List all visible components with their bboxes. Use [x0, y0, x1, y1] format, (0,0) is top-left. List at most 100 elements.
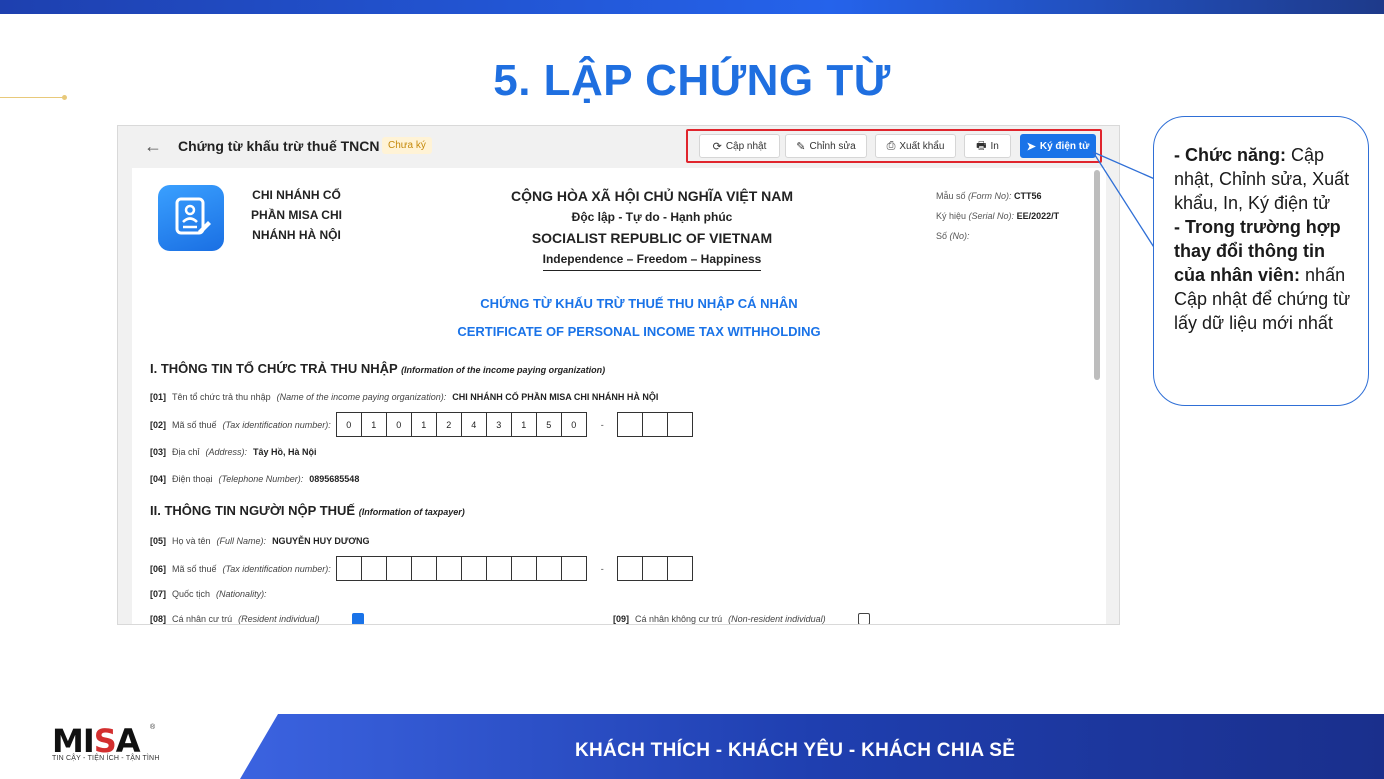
serial-label: Ký hiệu [936, 211, 967, 221]
field-08: [08] Cá nhân cư trú (Resident individual… [150, 612, 364, 624]
tax-suffix-box [666, 412, 693, 437]
field-07-code: [07] [150, 589, 167, 599]
printer-icon: 🖶 [976, 139, 987, 152]
document-person-icon [175, 197, 211, 235]
tax-digit-box: 1 [360, 412, 387, 437]
non-resident-checkbox[interactable] [857, 613, 870, 624]
edit-button[interactable]: ✎ Chỉnh sửa [785, 134, 867, 158]
update-button[interactable]: ⟳ Cập nhật [699, 134, 780, 158]
tax-suffix-box [641, 556, 668, 581]
field-08-label: Cá nhân cư trú [172, 614, 233, 624]
cert-title-vi: CHỨNG TỪ KHẤU TRỪ THUẾ THU NHẬP CÁ NHÂN [480, 296, 798, 311]
field-07-label: Quốc tịch [172, 589, 211, 599]
e-sign-label: Ký điện tử [1039, 140, 1090, 152]
tax-digit-box [510, 556, 537, 581]
field-02-label: Mã số thuế [172, 419, 217, 430]
org-name: CHI NHÁNH CỔ PHẦN MISA CHI NHÁNH HÀ NỘI [251, 188, 342, 242]
nation-line-1: CỘNG HÒA XÃ HỘI CHỦ NGHĨA VIỆT NAM [510, 188, 794, 204]
field-01-en: (Name of the income paying organization)… [276, 392, 447, 402]
field-03: [03] Địa chỉ (Address): Tây Hồ, Hà Nội [150, 445, 317, 459]
tax-suffix-box [616, 412, 643, 437]
section-1-label: I. THÔNG TIN TỔ CHỨC TRẢ THU NHẬP [150, 361, 398, 376]
scrollbar-thumb[interactable] [1094, 170, 1100, 380]
field-07: [07] Quốc tịch (Nationality): [150, 587, 267, 601]
resident-checkbox[interactable] [351, 613, 364, 624]
field-09-en: (Non-resident individual) [728, 614, 826, 624]
tax-digit-box: 0 [560, 412, 587, 437]
tax-digit-box [335, 556, 362, 581]
app-header: ← Chứng từ khấu trừ thuế TNCN Chưa ký ⟳ … [118, 126, 1119, 166]
top-decor-bar [0, 0, 1384, 14]
national-header: CỘNG HÒA XÃ HỘI CHỦ NGHĨA VIỆT NAM Độc l… [462, 186, 842, 271]
tax-digit-box [535, 556, 562, 581]
field-04-en: (Telephone Number): [218, 474, 304, 484]
explanation-callout: - Chức năng: Cập nhật, Chỉnh sửa, Xuất k… [1153, 116, 1369, 406]
field-04-value: 0895685548 [309, 474, 360, 484]
field-05-code: [05] [150, 536, 167, 546]
nation-line-2: Độc lập - Tự do - Hạnh phúc [571, 210, 733, 224]
serial-value: EE/2022/T [1016, 211, 1060, 221]
field-03-value: Tây Hồ, Hà Nội [253, 447, 317, 457]
field-07-en: (Nationality): [216, 589, 267, 599]
tax-id-suffix-boxes [616, 412, 693, 437]
no-label: Số [936, 231, 948, 241]
tax-id-boxes: 0 1 0 1 2 4 3 1 5 0 [335, 412, 587, 437]
tax-digit-box: 0 [335, 412, 362, 437]
field-05-value: NGUYỄN HUY DƯƠNG [272, 536, 370, 546]
e-sign-button[interactable]: ➤ Ký điện tử [1020, 134, 1096, 158]
form-no-label: Mẫu số [936, 191, 966, 201]
form-no-en: (Form No): [968, 191, 1012, 201]
tax-digit-box [435, 556, 462, 581]
section-2-title: II. THÔNG TIN NGƯỜI NỘP THUẾ (Informatio… [150, 503, 465, 518]
field-08-code: [08] [150, 614, 167, 624]
update-label: Cập nhật [725, 140, 767, 152]
field-01-code: [01] [150, 392, 167, 402]
tax-digit-box: 0 [385, 412, 412, 437]
tax-digit-box: 5 [535, 412, 562, 437]
tax-digit-box: 2 [435, 412, 462, 437]
field-03-en: (Address): [205, 447, 248, 457]
field-05-en: (Full Name): [216, 536, 267, 546]
field-04-code: [04] [150, 474, 167, 484]
field-09-code: [09] [613, 614, 630, 624]
pencil-icon: ✎ [796, 140, 806, 153]
dash-separator: - [600, 419, 604, 430]
field-08-en: (Resident individual) [238, 614, 320, 624]
app-window: ← Chứng từ khấu trừ thuế TNCN Chưa ký ⟳ … [117, 125, 1120, 625]
export-label: Xuất khẩu [899, 140, 945, 152]
field-06: [06] Mã số thuế (Tax identification numb… [150, 555, 693, 582]
export-button[interactable]: ⎙ Xuất khẩu [875, 134, 956, 158]
print-button[interactable]: 🖶 In [964, 134, 1011, 158]
nation-line-3: SOCIALIST REPUBLIC OF VIETNAM [531, 230, 773, 246]
field-06-label: Mã số thuế [172, 563, 217, 574]
tax-suffix-box [666, 556, 693, 581]
tax-digit-box [360, 556, 387, 581]
logo-tagline: TIN CẬY - TIỆN ÍCH - TẬN TÌNH [52, 755, 160, 762]
field-06-code: [06] [150, 563, 167, 574]
tax-digit-box [385, 556, 412, 581]
tax-digit-box: 3 [485, 412, 512, 437]
tax-digit-box: 4 [460, 412, 487, 437]
section-2-en: (Information of taxpayer) [358, 507, 465, 517]
field-02-en: (Tax identification number): [222, 419, 331, 430]
field-04-label: Điện thoại [172, 474, 213, 484]
field-05-label: Họ và tên [172, 536, 211, 546]
taxpayer-tax-id-boxes [335, 556, 587, 581]
callout-func-label: - Chức năng: [1174, 145, 1287, 165]
form-meta: Mẫu số (Form No): CTT56 Ký hiệu (Serial … [936, 186, 1059, 246]
send-icon: ➤ [1026, 140, 1036, 153]
serial-en: (Serial No): [968, 211, 1015, 221]
field-01-value: CHI NHÁNH CỔ PHẦN MISA CHI NHÁNH HÀ NỘI [452, 392, 659, 402]
section-2-label: II. THÔNG TIN NGƯỜI NỘP THUẾ [150, 503, 356, 518]
document-title: Chứng từ khấu trừ thuế TNCN [178, 138, 380, 154]
export-file-icon: ⎙ [886, 139, 896, 152]
tax-suffix-box [641, 412, 668, 437]
slide-title: 5. LẬP CHỨNG TỪ [493, 56, 891, 105]
tax-digit-box [560, 556, 587, 581]
tax-digit-box [485, 556, 512, 581]
org-logo [158, 185, 224, 251]
tax-digit-box [410, 556, 437, 581]
print-label: In [990, 140, 999, 152]
back-arrow-icon[interactable]: ← [144, 136, 162, 157]
tax-suffix-box [616, 556, 643, 581]
